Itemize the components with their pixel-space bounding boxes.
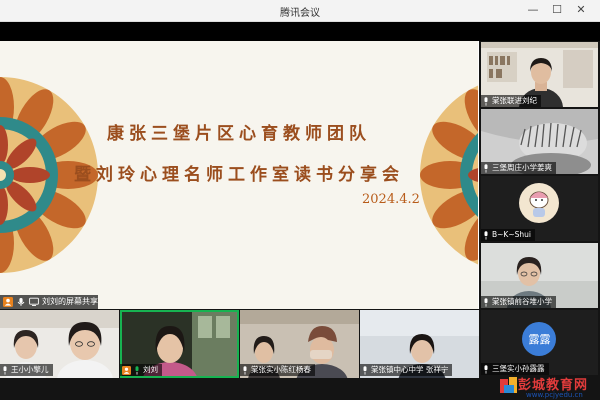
participant-name: 刘刘 — [143, 365, 158, 374]
participant-video-tile[interactable]: 棠张实小陈红杨春 — [240, 310, 359, 378]
participant-video-tile[interactable]: 棠张联进刘纪 — [481, 42, 598, 107]
participant-column: 棠张联进刘纪 三堡周庄小学姜爽 B~K~Shui 棠张镇前谷堆小学 露露 三堡实… — [479, 41, 600, 400]
mic-icon — [484, 364, 488, 374]
participant-name: 棠张联进刘纪 — [492, 96, 537, 105]
meeting-top-bar — [0, 22, 600, 41]
slide-subtitle: 暨刘玲心理名师工作室读书分享会 — [74, 165, 404, 185]
mic-icon — [484, 96, 488, 106]
participant-video-tile[interactable]: 棠张镇中心中学 张祥宁 — [360, 310, 479, 378]
participant-name: 王小小擎儿 — [11, 365, 49, 374]
minimize-button[interactable]: — — [524, 2, 542, 18]
participant-avatar-tile[interactable]: 露露 三堡实小孙露露 — [481, 310, 598, 375]
participant-name-tag: 王小小擎儿 — [0, 364, 53, 376]
mic-icon — [17, 298, 25, 306]
maximize-button[interactable]: ☐ — [548, 2, 566, 18]
participant-video-tile[interactable]: B~K~Shui — [481, 176, 598, 241]
mic-icon — [484, 297, 488, 307]
participant-name: 三堡周庄小学姜爽 — [492, 163, 552, 172]
participant-name: 棠张镇中心中学 张祥宁 — [371, 365, 449, 374]
person-icon — [122, 365, 131, 375]
mic-active-icon — [135, 365, 139, 375]
mic-icon — [484, 230, 488, 240]
screen-share-label: 刘刘的屏幕共享 — [42, 297, 98, 306]
participant-name-tag: 棠张镇中心中学 张祥宁 — [360, 364, 453, 376]
participant-name: 棠张实小陈红杨春 — [251, 365, 311, 374]
participant-name-tag: 棠张联进刘纪 — [481, 95, 541, 107]
participant-row: 王小小擎儿 刘刘 棠张实小陈红杨春 棠张镇中心中学 张祥宁 — [0, 309, 479, 400]
screen-share-status[interactable]: 刘刘的屏幕共享 — [0, 295, 98, 309]
mic-icon — [3, 365, 7, 375]
participant-video-tile-active[interactable]: 刘刘 — [120, 310, 239, 378]
participant-name-tag: 棠张镇前谷堆小学 — [481, 296, 556, 308]
close-button[interactable]: ✕ — [572, 2, 590, 18]
mic-icon — [243, 365, 247, 375]
window-titlebar: 腾讯会议 — ☐ ✕ — [0, 0, 600, 22]
watermark-url: www.pcjyedu.cn — [526, 391, 583, 399]
mic-icon — [363, 365, 367, 375]
participant-video-tile[interactable]: 三堡周庄小学姜爽 — [481, 109, 598, 174]
slide-title: 康张三堡片区心育教师团队 — [107, 124, 371, 144]
screen-share-icon — [29, 297, 39, 306]
participant-video-tile[interactable]: 棠张镇前谷堆小学 — [481, 243, 598, 308]
participant-name-tag: B~K~Shui — [481, 229, 535, 241]
participant-name-tag: 刘刘 — [120, 364, 162, 376]
participant-video-tile[interactable]: 王小小擎儿 — [0, 310, 119, 378]
site-logo-icon — [500, 377, 517, 393]
participant-name-tag: 三堡周庄小学姜爽 — [481, 162, 556, 174]
window-title: 腾讯会议 — [280, 8, 320, 19]
slide-date: 2024.4.2 — [362, 192, 420, 207]
site-watermark: 彭城教育网 www.pcjyedu.cn — [490, 372, 600, 400]
participant-name-tag: 棠张实小陈红杨春 — [240, 364, 315, 376]
mic-icon — [484, 163, 488, 173]
participant-name: 棠张镇前谷堆小学 — [492, 297, 552, 306]
person-icon — [3, 297, 13, 307]
shared-screen[interactable]: 康张三堡片区心育教师团队 暨刘玲心理名师工作室读书分享会 2024.4.2 — [0, 41, 478, 309]
participant-name: B~K~Shui — [492, 230, 531, 239]
participant-avatar-initials: 露露 — [528, 333, 551, 346]
